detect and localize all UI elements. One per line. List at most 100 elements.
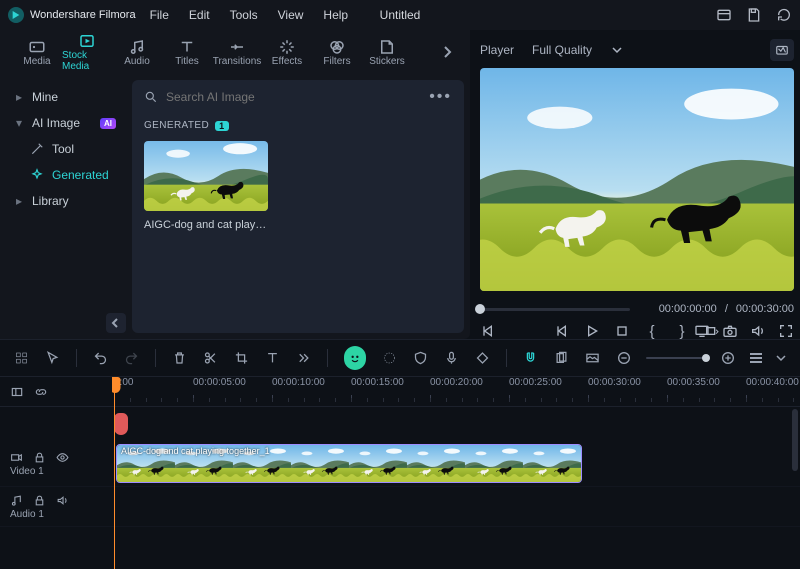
sidebar-item-ai-image[interactable]: ▾AI ImageAI — [8, 110, 124, 136]
timeline-collapse-icon[interactable] — [10, 385, 24, 399]
lock-icon[interactable] — [33, 451, 46, 464]
mic-icon[interactable] — [444, 350, 459, 366]
menu-view[interactable]: View — [278, 8, 304, 22]
menu-help[interactable]: Help — [323, 8, 348, 22]
zoom-slider[interactable] — [646, 357, 706, 359]
pointer-tool-icon[interactable] — [45, 350, 60, 366]
tab-effects[interactable]: Effects — [262, 30, 312, 74]
player-quality-select[interactable]: Full Quality — [524, 41, 630, 59]
split-icon[interactable] — [203, 350, 218, 366]
select-tool-icon[interactable] — [14, 350, 29, 366]
player-label: Player — [480, 43, 514, 57]
player-controls: { } — [480, 323, 794, 339]
save-icon[interactable] — [746, 7, 762, 23]
mark-out-icon[interactable]: } — [674, 323, 690, 339]
text-icon[interactable] — [265, 350, 280, 366]
tab-transitions[interactable]: Transitions — [212, 30, 262, 74]
layout-icon[interactable] — [716, 7, 732, 23]
tab-audio[interactable]: Audio — [112, 30, 162, 74]
tabs-more-icon[interactable] — [436, 45, 458, 59]
magnetic-icon[interactable] — [523, 350, 538, 366]
sidebar-item-mine[interactable]: ▸Mine — [8, 84, 124, 110]
more-tools-icon[interactable] — [296, 350, 311, 366]
fullscreen-icon[interactable] — [778, 323, 794, 339]
player-panel: Player Full Quality 00:00:00:00 / 00:00:… — [470, 30, 800, 339]
eye-icon[interactable] — [56, 451, 69, 464]
zoom-in-icon[interactable] — [720, 350, 736, 366]
generated-item[interactable]: AIGC-dog and cat playing t... — [144, 141, 268, 231]
search-icon — [144, 90, 158, 104]
play-icon[interactable] — [584, 323, 600, 339]
link-icon[interactable] — [34, 385, 48, 399]
sidebar-item-generated[interactable]: Generated — [8, 162, 124, 188]
camera-icon[interactable] — [722, 323, 738, 339]
tab-stock-media[interactable]: Stock Media — [62, 30, 112, 74]
thumbnail-view-icon[interactable] — [585, 350, 600, 366]
step-back-icon[interactable] — [554, 323, 570, 339]
tab-filters[interactable]: Filters — [312, 30, 362, 74]
sidebar-item-tool[interactable]: Tool — [8, 136, 124, 162]
timeline: Video 1 Audio 1 0:0000:00:05:0000:00:10:… — [0, 377, 800, 569]
speaker-icon[interactable] — [56, 494, 69, 507]
redo-icon[interactable] — [124, 350, 139, 366]
more-options-icon[interactable]: ••• — [429, 88, 452, 106]
sparkle-icon — [30, 168, 44, 182]
tab-media[interactable]: Media — [12, 30, 62, 74]
player-preview[interactable] — [480, 68, 794, 291]
menu-file[interactable]: File — [150, 8, 169, 22]
audio-track-header[interactable]: Audio 1 — [0, 487, 112, 526]
sidebar-item-library[interactable]: ▸Library — [8, 188, 124, 214]
track-list-mode-icon[interactable] — [750, 353, 762, 363]
keyframe-icon[interactable] — [475, 350, 490, 366]
stock-media-sidebar: ▸Mine ▾AI ImageAI Tool Generated ▸Librar… — [0, 74, 132, 339]
app-logo: Wondershare Filmora — [8, 7, 136, 23]
color-icon[interactable] — [382, 350, 397, 366]
shield-icon[interactable] — [413, 350, 428, 366]
undo-icon[interactable] — [93, 350, 108, 366]
timeline-tracks[interactable]: 0:0000:00:05:0000:00:10:0000:00:15:0000:… — [112, 377, 800, 569]
sidebar-collapse-button[interactable] — [106, 313, 126, 333]
delete-icon[interactable] — [172, 350, 187, 366]
timeline-scroll-handle[interactable] — [114, 413, 128, 435]
video-track-header[interactable]: Video 1 — [0, 441, 112, 486]
ai-smart-button[interactable] — [344, 346, 366, 370]
tab-titles[interactable]: Titles — [162, 30, 212, 74]
marker-icon[interactable] — [554, 350, 569, 366]
snapshot-button[interactable] — [770, 39, 794, 61]
filmora-logo-icon — [8, 7, 24, 23]
volume-icon[interactable] — [750, 323, 766, 339]
menu-tools[interactable]: Tools — [230, 8, 258, 22]
menubar: Wondershare Filmora File Edit Tools View… — [0, 0, 800, 30]
player-duration: 00:00:30:00 — [736, 303, 794, 315]
generated-item-label: AIGC-dog and cat playing t... — [144, 219, 268, 231]
search-input[interactable] — [166, 90, 421, 104]
app-name: Wondershare Filmora — [30, 9, 136, 21]
generated-header: GENERATED 1 — [132, 114, 464, 137]
player-seek-bar[interactable] — [480, 308, 630, 311]
lock-icon[interactable] — [33, 494, 46, 507]
video-track-label: Video 1 — [10, 466, 102, 477]
display-icon[interactable] — [694, 323, 710, 339]
document-title: Untitled — [380, 8, 421, 22]
stop-icon[interactable] — [614, 323, 630, 339]
generated-count-badge: 1 — [215, 121, 228, 131]
timeline-vertical-scrollbar[interactable] — [792, 409, 798, 565]
main-menu: File Edit Tools View Help — [150, 8, 349, 22]
video-clip[interactable]: AIGC-dog and cat playing together_1 — [116, 444, 582, 483]
playhead[interactable] — [114, 377, 115, 569]
generated-thumbnail[interactable] — [144, 141, 268, 211]
tab-stickers[interactable]: Stickers — [362, 30, 412, 74]
player-current-time: 00:00:00:00 — [659, 303, 717, 315]
prev-frame-icon[interactable] — [480, 323, 496, 339]
chevron-down-icon[interactable] — [776, 353, 786, 363]
mark-in-icon[interactable]: { — [644, 323, 660, 339]
chevron-down-icon — [612, 45, 622, 55]
video-track-icon — [10, 451, 23, 464]
refresh-icon[interactable] — [776, 7, 792, 23]
zoom-out-icon[interactable] — [616, 350, 632, 366]
crop-icon[interactable] — [234, 350, 249, 366]
timeline-track-headers: Video 1 Audio 1 — [0, 377, 112, 569]
ai-badge: AI — [100, 118, 116, 129]
timeline-ruler[interactable]: 0:0000:00:05:0000:00:10:0000:00:15:0000:… — [112, 377, 800, 407]
menu-edit[interactable]: Edit — [189, 8, 210, 22]
